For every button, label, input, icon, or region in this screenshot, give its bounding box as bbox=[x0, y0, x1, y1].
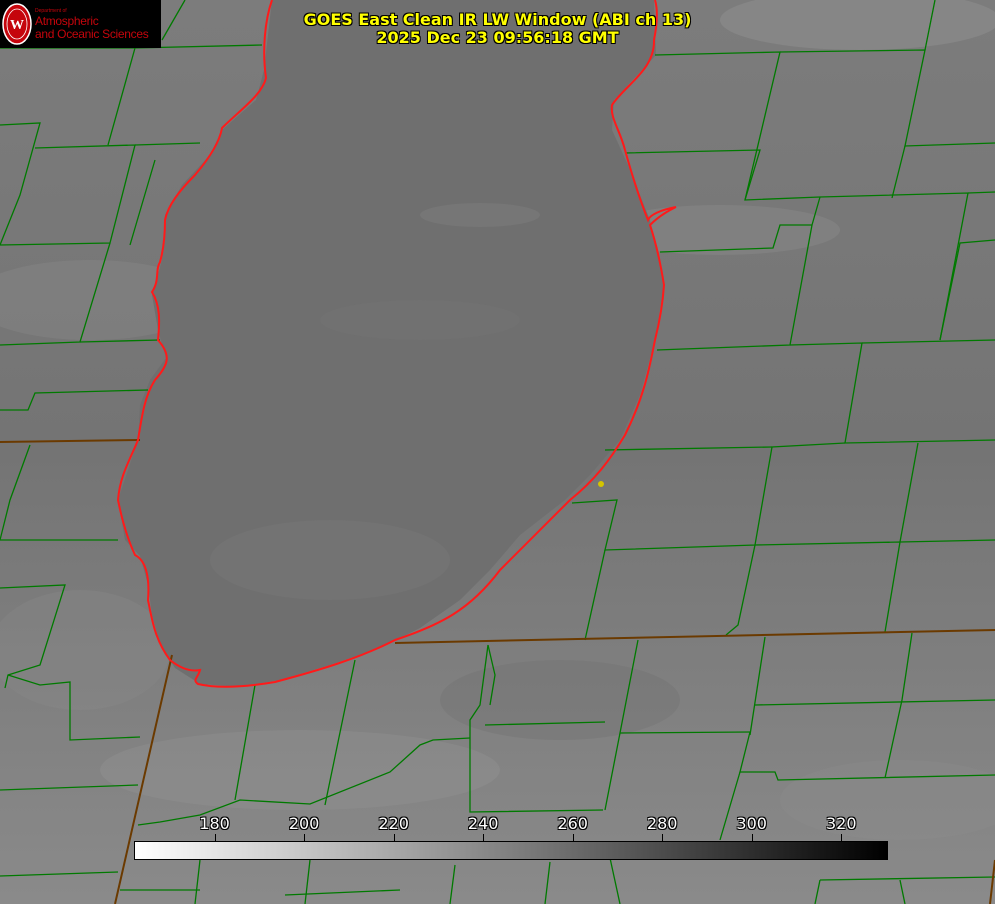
station-marker bbox=[598, 481, 604, 487]
colorbar bbox=[134, 841, 888, 860]
colorbar-tick-label: 320 bbox=[825, 814, 857, 833]
colorbar-tick-mark bbox=[304, 834, 305, 841]
colorbar-tick-mark bbox=[394, 834, 395, 841]
map-canvas bbox=[0, 0, 995, 904]
colorbar-tick-label: 180 bbox=[199, 814, 230, 833]
colorbar-tick-mark bbox=[841, 834, 842, 841]
colorbar-tick-mark bbox=[215, 834, 216, 841]
image-title: GOES East Clean IR LW Window (ABI ch 13)… bbox=[0, 11, 995, 47]
title-timestamp: 2025 Dec 23 09:56:18 GMT bbox=[376, 28, 619, 47]
colorbar-tick-label: 280 bbox=[646, 814, 678, 833]
colorbar-tick-label: 220 bbox=[378, 814, 409, 833]
colorbar-tick-mark bbox=[483, 834, 484, 841]
colorbar-tick-mark bbox=[573, 834, 574, 841]
colorbar-tick-label: 200 bbox=[288, 814, 320, 833]
satellite-map: W Department of Atmospheric and Oceanic … bbox=[0, 0, 995, 904]
colorbar-tick-mark bbox=[752, 834, 753, 841]
colorbar-tick-mark bbox=[662, 834, 663, 841]
title-product: GOES East Clean IR LW Window (ABI ch 13) bbox=[303, 10, 692, 29]
colorbar-tick-label: 260 bbox=[557, 814, 588, 833]
colorbar-tick-label: 240 bbox=[467, 814, 499, 833]
colorbar-tick-label: 300 bbox=[736, 814, 767, 833]
